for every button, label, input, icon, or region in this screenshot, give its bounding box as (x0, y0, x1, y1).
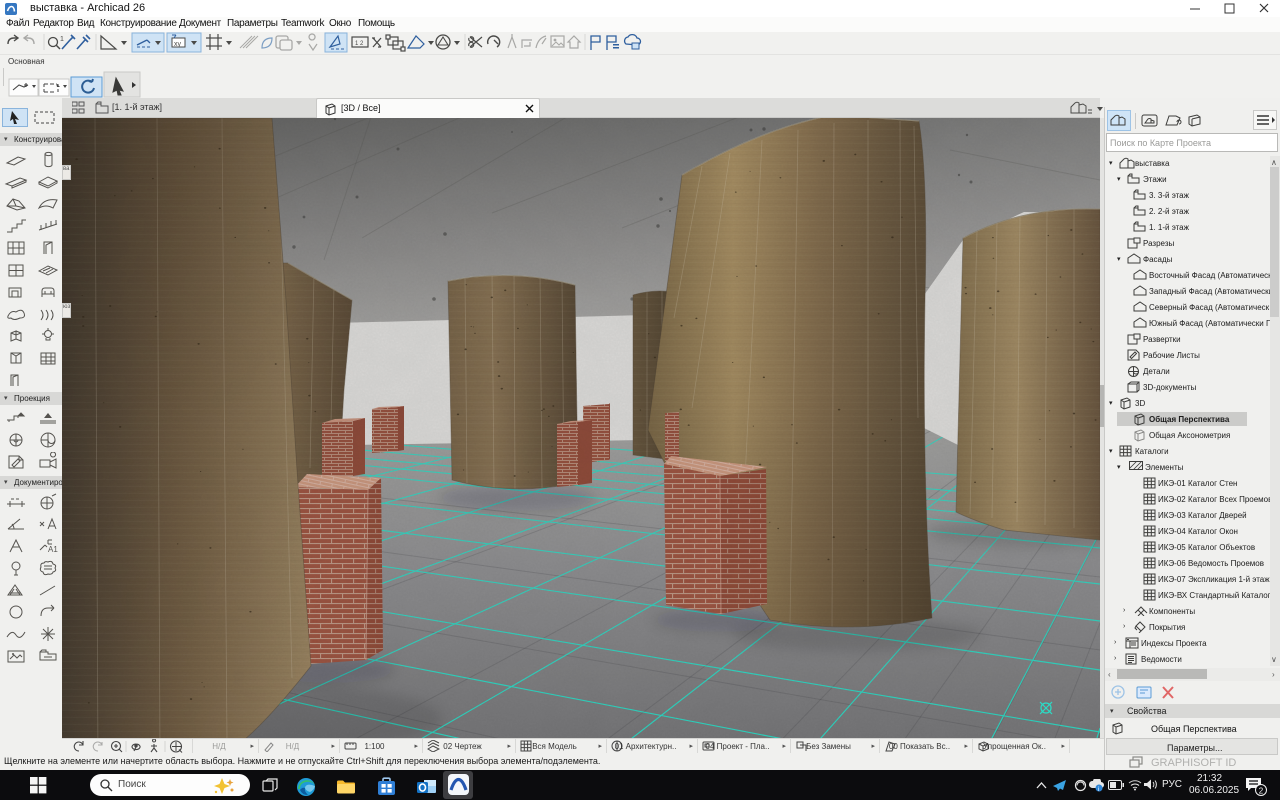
svg-text:2: 2 (1259, 787, 1264, 796)
svg-text:1 2: 1 2 (355, 41, 364, 47)
svg-text:xy: xy (174, 41, 182, 48)
svg-text:i: i (1098, 787, 1099, 792)
svg-text:A1: A1 (48, 545, 58, 554)
svg-text:1: 1 (60, 36, 64, 43)
